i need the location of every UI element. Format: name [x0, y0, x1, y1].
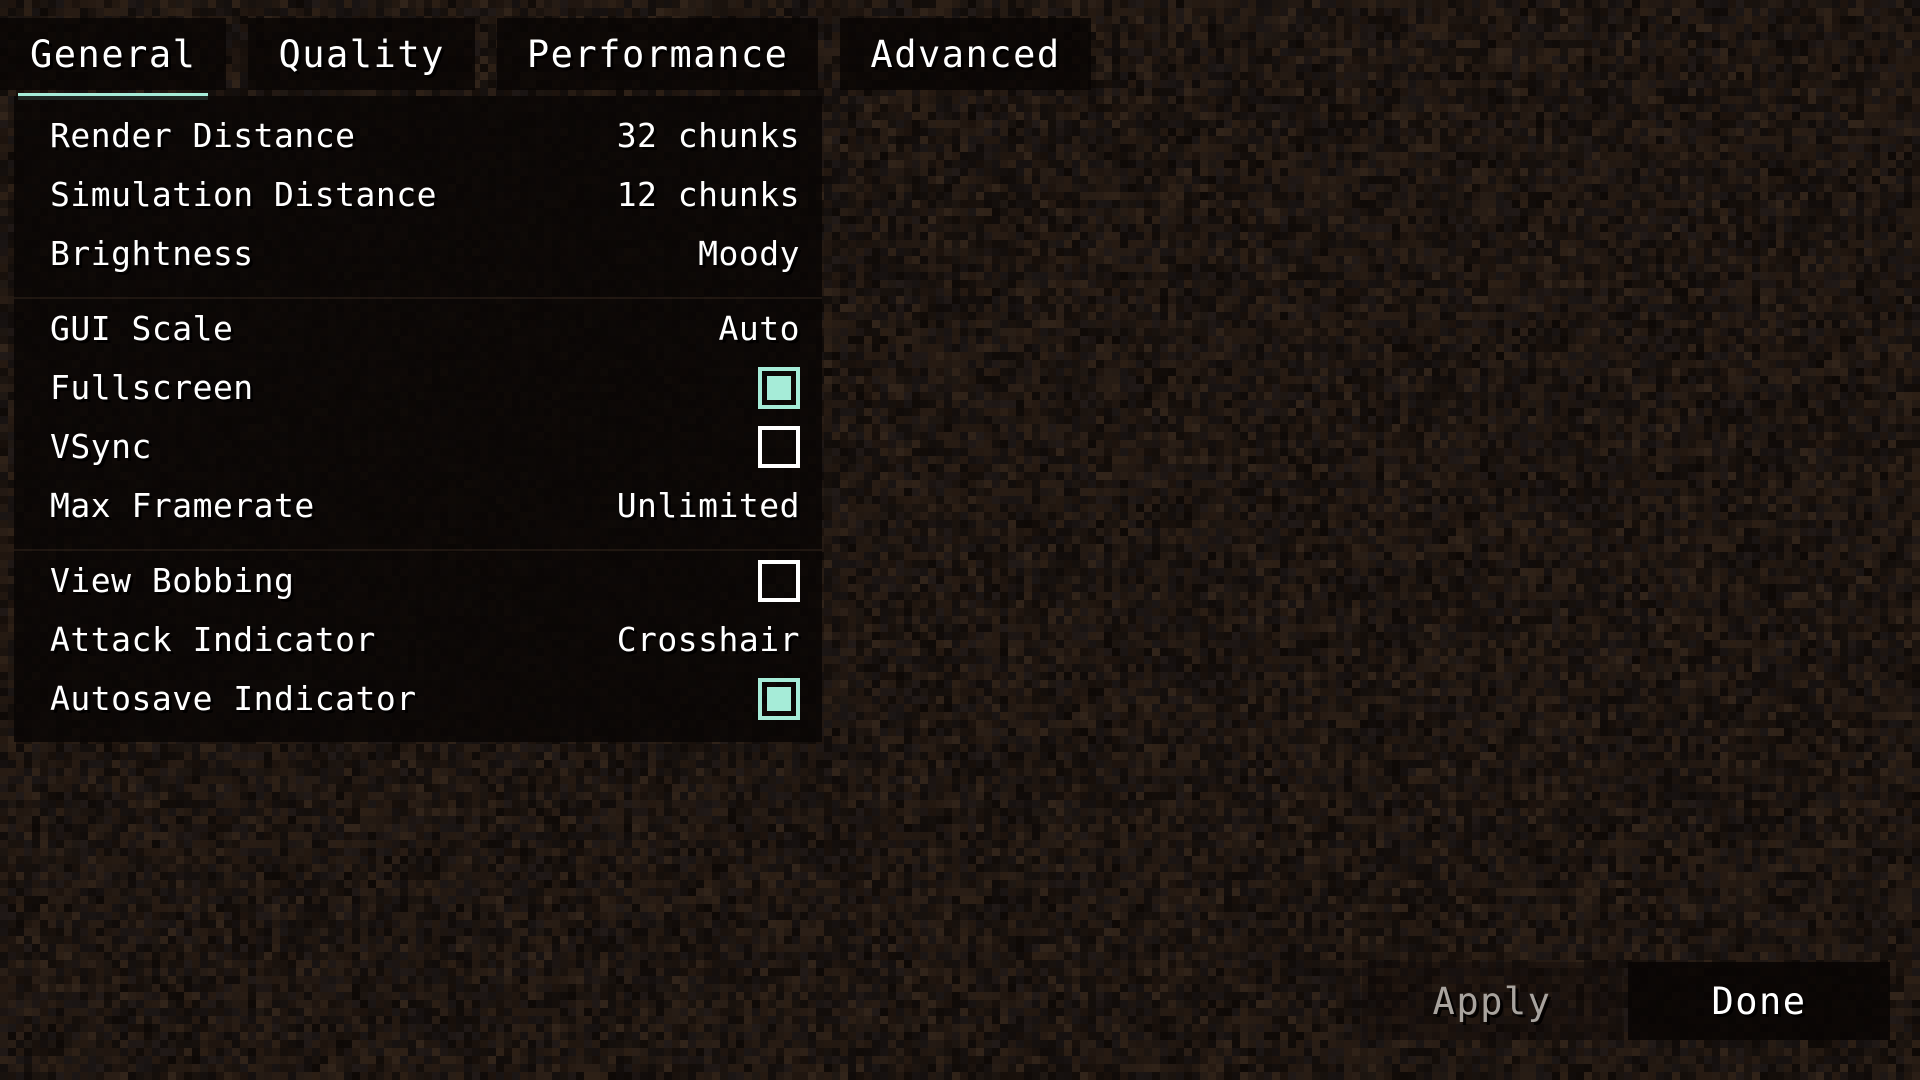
done-button[interactable]: Done	[1628, 962, 1890, 1040]
option-label: VSync	[50, 427, 152, 466]
tab-label: Advanced	[870, 32, 1061, 76]
checkbox-autosave-indicator[interactable]	[758, 677, 800, 720]
option-row-attack-indicator[interactable]: Attack Indicator Crosshair	[14, 610, 822, 669]
checkbox-check-fill-icon	[767, 686, 791, 711]
tab-advanced[interactable]: Advanced	[840, 18, 1091, 90]
option-label: Brightness	[50, 234, 254, 273]
option-label: GUI Scale	[50, 309, 234, 348]
group-display: GUI Scale Auto Fullscreen VSync Max Framerat…	[14, 297, 822, 535]
options-screen: General Quality Performance Advanced Render…	[0, 0, 1920, 1080]
apply-button[interactable]: Apply	[1362, 962, 1622, 1040]
option-row-max-framerate[interactable]: Max Framerate Unlimited	[14, 476, 822, 535]
checkbox-box-icon	[758, 425, 800, 468]
option-label: View Bobbing	[50, 561, 295, 600]
tab-label: General	[30, 32, 197, 76]
option-value: Unlimited	[616, 486, 800, 525]
group-gameplay: View Bobbing Attack Indicator Crosshair Aut…	[14, 549, 822, 742]
options-panel: Render Distance 32 chunks Simulation Dista…	[14, 96, 822, 742]
tab-performance[interactable]: Performance	[496, 18, 819, 90]
tab-general[interactable]: General	[0, 18, 227, 100]
option-value: Auto	[718, 309, 800, 348]
option-value: 12 chunks	[616, 175, 800, 214]
option-label: Autosave Indicator	[50, 679, 417, 718]
option-label: Attack Indicator	[50, 620, 376, 659]
option-value: Moody	[698, 234, 800, 273]
option-label: Simulation Distance	[50, 175, 437, 214]
tab-label: Performance	[526, 32, 789, 76]
option-label: Fullscreen	[50, 368, 254, 407]
option-row-simulation-distance[interactable]: Simulation Distance 12 chunks	[14, 165, 822, 224]
apply-button-label: Apply	[1432, 979, 1552, 1023]
tab-quality[interactable]: Quality	[248, 18, 475, 90]
option-label: Render Distance	[50, 116, 356, 155]
option-value: Crosshair	[616, 620, 800, 659]
done-button-label: Done	[1711, 979, 1807, 1023]
tab-label: Quality	[278, 32, 445, 76]
option-row-fullscreen[interactable]: Fullscreen	[14, 358, 822, 417]
option-row-render-distance[interactable]: Render Distance 32 chunks	[14, 106, 822, 165]
checkbox-box-icon	[758, 559, 800, 602]
option-row-vsync[interactable]: VSync	[14, 417, 822, 476]
checkbox-fullscreen[interactable]	[758, 366, 800, 409]
group-distance: Render Distance 32 chunks Simulation Dista…	[14, 96, 822, 283]
option-value: 32 chunks	[616, 116, 800, 155]
option-row-brightness[interactable]: Brightness Moody	[14, 224, 822, 283]
tab-bar: General Quality Performance Advanced	[0, 18, 1091, 100]
option-row-gui-scale[interactable]: GUI Scale Auto	[14, 299, 822, 358]
checkbox-vsync[interactable]	[758, 425, 800, 468]
checkbox-check-fill-icon	[767, 375, 791, 400]
option-label: Max Framerate	[50, 486, 315, 525]
option-row-autosave-indicator[interactable]: Autosave Indicator	[14, 669, 822, 728]
checkbox-view-bobbing[interactable]	[758, 559, 800, 602]
option-row-view-bobbing[interactable]: View Bobbing	[14, 551, 822, 610]
